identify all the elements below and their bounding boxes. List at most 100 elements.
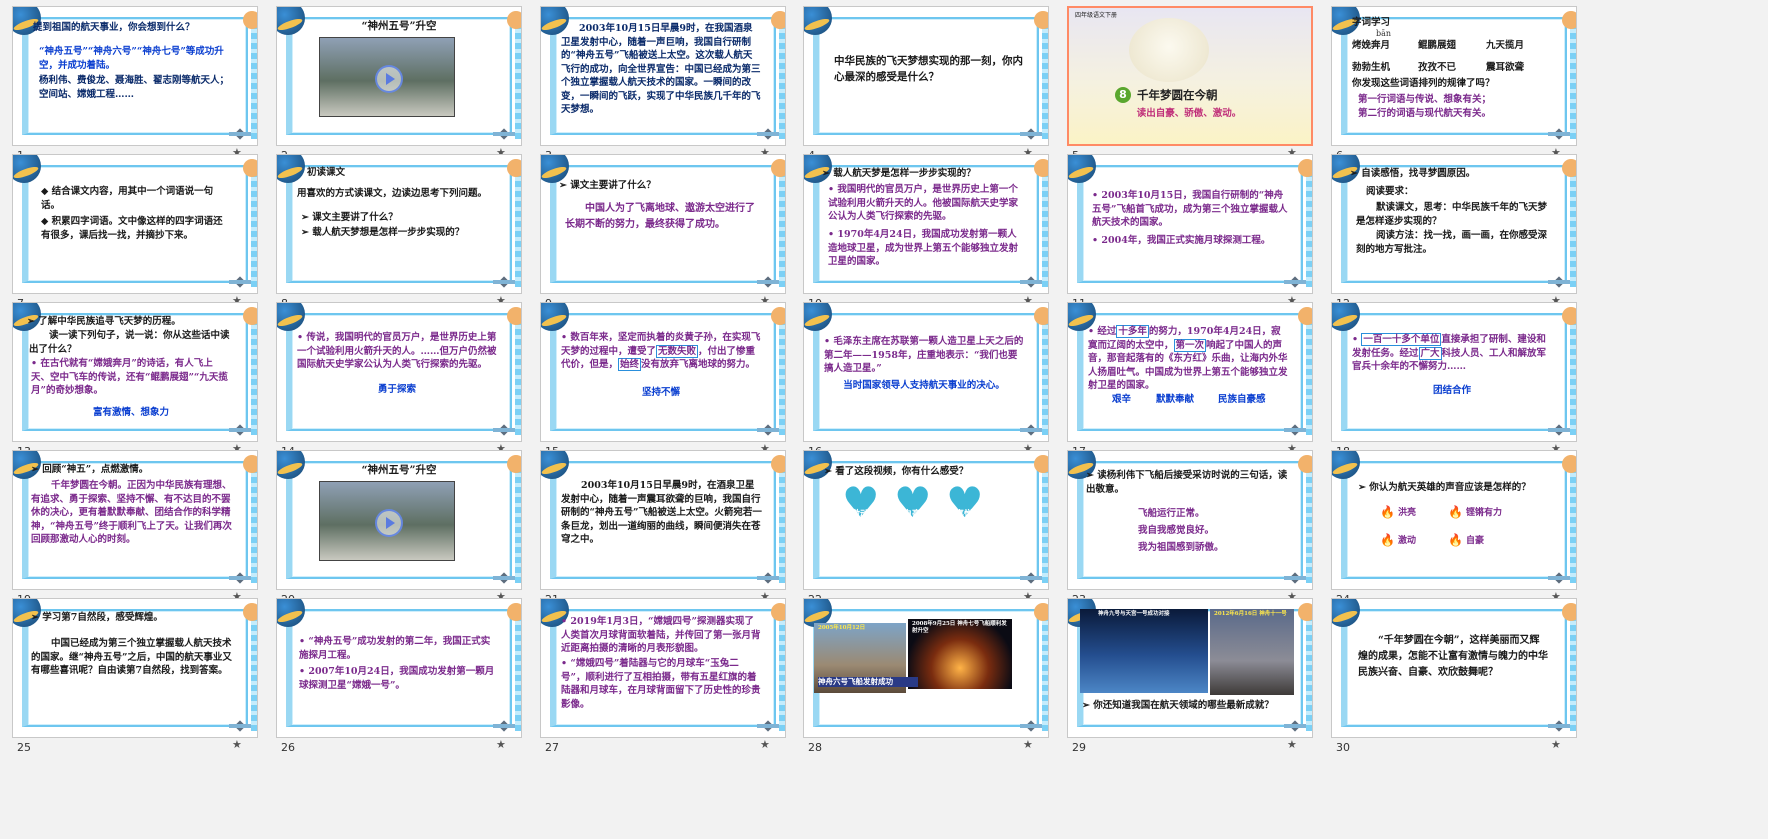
slide-thumbnail-20[interactable]: “神州五号”升空20★ xyxy=(276,450,522,614)
slide-thumbnail-19[interactable]: ➢ 回顾“神五”，点燃激情。 千年梦圆在今朝。正因为中华民族有理想、有追求、勇于探… xyxy=(12,450,258,614)
slide-thumbnail-1[interactable]: 提到祖国的航天事业，你会想到什么？ “神舟五号”“神舟六号”“神舟七号”等成功升空… xyxy=(12,6,258,170)
slide-canvas: 神舟九号与天宫一号成功对接 2012年6月16日 神舟十一号 ➢ 你还知道我国在航天… xyxy=(1067,598,1313,738)
slide-thumbnail-22[interactable]: ➢ 看了这段视频，你有什么感受？激动自豪喜悦22★ xyxy=(803,450,1049,614)
moon-illustration xyxy=(1129,18,1209,82)
planet-small-icon xyxy=(243,307,257,325)
slide-thumbnail-4[interactable]: 中华民族的飞天梦想实现的那一刻，你内心最深的感受是什么？4★ xyxy=(803,6,1049,170)
planet-small-icon xyxy=(243,603,257,621)
slide-number: 27 xyxy=(545,741,559,754)
slide-thumbnail-28[interactable]: 2005年10月12日 2008年9月25日 神舟七号飞船顺利发射升空 神舟六号飞船… xyxy=(803,598,1049,762)
slide-thumbnail-5[interactable]: 四年级语文下册8千年梦圆在今朝读出自豪、骄傲、激动。5★ xyxy=(1067,6,1313,170)
slide-thumbnail-26[interactable]: • “神舟五号”成功发射的第二年，我国正式实施探月工程。 • 2007年10月24… xyxy=(276,598,522,762)
slide-text: ➢ 自读感悟，找寻梦圆原因。 xyxy=(1350,168,1476,179)
slide-text: 我自我感觉良好。 xyxy=(1138,525,1215,536)
play-button-icon[interactable] xyxy=(375,509,403,537)
satellite-icon xyxy=(229,423,251,437)
slide-border-stripe xyxy=(1042,13,1048,139)
slide-thumbnail-10[interactable]: ➢ 载人航天梦是怎样一步步实现的？ • 我国明代的官员万户，是世界历史上第一个试验… xyxy=(803,154,1049,318)
slide-thumbnail-6[interactable]: 字词学习 bān 烤娩奔月 鲲鹏展翅 九天揽月 勃勃生机 孜孜不已 震耳欲聋 你发现这些词语排列… xyxy=(1331,6,1577,170)
animation-star-icon[interactable]: ★ xyxy=(1551,738,1561,751)
slide-thumbnail-17[interactable]: • 经过 十多年 的努力，1970年4月24日，寂寞而辽阔的太空中， 第一次 响起了中国… xyxy=(1067,302,1313,466)
slide-thumbnail-14[interactable]: • 传说，我国明代的官员万户，是世界历史上第一个试验利用火箭升天的人。……但万户… xyxy=(276,302,522,466)
slide-border-stripe xyxy=(779,605,785,731)
video-player[interactable] xyxy=(319,481,455,561)
satellite-icon xyxy=(1548,127,1570,141)
play-button-icon[interactable] xyxy=(375,65,403,93)
satellite-icon xyxy=(493,275,515,289)
text-run: • 经过 xyxy=(1088,326,1117,337)
highlighted-word: 第一次 xyxy=(1173,338,1207,352)
slide-thumbnail-13[interactable]: ➢ 了解中华民族追寻飞天梦的历程。 读一读下列句子，说一说：你从这些话中读出了什么… xyxy=(12,302,258,466)
slide-border-stripe xyxy=(515,457,521,583)
satellite-icon xyxy=(1020,275,1042,289)
planet-small-icon xyxy=(1298,159,1312,177)
slide-text: 勃勃生机 xyxy=(1352,62,1391,73)
animation-star-icon[interactable]: ★ xyxy=(1287,738,1297,751)
slide-thumbnail-24[interactable]: ➢ 你认为航天英雄的声音应该是怎样的？🔥洪亮🔥铿锵有力🔥激动🔥自豪24★ xyxy=(1331,450,1577,614)
slide-thumbnail-12[interactable]: ➢ 自读感悟，找寻梦圆原因。 阅读要求： 默读课文，思考：中华民族千年的飞天梦是怎样… xyxy=(1331,154,1577,318)
slide-text: • 我国明代的官员万户，是世界历史上第一个试验利用火箭升天的人。他被国际航天史学… xyxy=(828,184,1019,222)
slide-text: 我为祖国感到骄傲。 xyxy=(1138,542,1224,553)
animation-star-icon[interactable]: ★ xyxy=(1023,738,1033,751)
satellite-icon xyxy=(229,127,251,141)
slide-canvas: • 经过 十多年 的努力，1970年4月24日，寂寞而辽阔的太空中， 第一次 响起了中国… xyxy=(1067,302,1313,442)
text-run: 没有放弃飞离地球的努力。 xyxy=(641,359,756,370)
slide-canvas: “神州五号”升空 xyxy=(276,6,522,146)
slide-thumbnail-18[interactable]: • 一百一十多个单位 直接承担了研制、建设和发射任务。经过 广大 科技人员、工人和解放… xyxy=(1331,302,1577,466)
slide-thumbnail-30[interactable]: “千年梦圆在今朝”，这样美丽而又辉煌的成果，怎能不让富有激情与魄力的中华民族兴奋… xyxy=(1331,598,1577,762)
video-player[interactable] xyxy=(319,37,455,117)
slide-text: 九天揽月 xyxy=(1486,40,1525,51)
slide-thumbnail-23[interactable]: ➢ 读杨利伟下飞船后接受采访时说的三句话，读出敬意。 飞船运行正常。 我自我感觉良好… xyxy=(1067,450,1313,614)
slide-text: 读一读下列句子，说一说：你从这些话中读出了什么？ xyxy=(29,330,230,355)
slide-text: 神舟六号飞船发射成功 xyxy=(818,677,918,687)
slide-thumbnail-29[interactable]: 神舟九号与天宫一号成功对接 2012年6月16日 神舟十一号 ➢ 你还知道我国在航天… xyxy=(1067,598,1313,762)
slide-text: 中华民族的飞天梦想实现的那一刻，你内心最深的感受是什么？ xyxy=(834,55,1023,83)
animation-star-icon[interactable]: ★ xyxy=(232,738,242,751)
animation-star-icon[interactable]: ★ xyxy=(760,738,770,751)
slide-thumbnail-2[interactable]: “神州五号”升空2★ xyxy=(276,6,522,170)
slide-text: 当时国家领导人支持航天事业的决心。 xyxy=(843,380,1005,391)
planet-small-icon xyxy=(1562,603,1576,621)
slide-canvas: 四年级语文下册 8 千年梦圆在今朝 读出自豪、骄傲、激动。 xyxy=(1067,6,1313,146)
slide-thumbnail-3[interactable]: 2003年10月15日早晨9时，在我国酒泉卫星发射中心，随着一声巨响，我国自行研… xyxy=(540,6,786,170)
slide-number: 26 xyxy=(281,741,295,754)
slide-text: 2003年10月15日早晨9时，在酒泉卫星发射中心，随着一声震耳欲聋的巨响，我国… xyxy=(561,480,762,545)
planet-small-icon xyxy=(1562,307,1576,325)
slide-thumbnail-11[interactable]: • 2003年10月15日，我国自行研制的“神舟五号”飞船首飞成功，成为第三个独… xyxy=(1067,154,1313,318)
lesson-number-badge: 8 xyxy=(1115,87,1131,103)
highlighted-word: 十多年 xyxy=(1116,325,1149,338)
slide-thumbnail-21[interactable]: 2003年10月15日早晨9时，在酒泉卫星发射中心，随着一声震耳欲聋的巨响，我国… xyxy=(540,450,786,614)
satellite-icon xyxy=(229,571,251,585)
slide-thumbnail-25[interactable]: ➢ 学习第7自然段，感受辉煌。 中国已经成为第三个独立掌握载人航天技术的国家。继“… xyxy=(12,598,258,762)
planet-small-icon xyxy=(1034,603,1048,621)
satellite-icon xyxy=(1548,275,1570,289)
animation-star-icon[interactable]: ★ xyxy=(496,738,506,751)
slide-border-stripe xyxy=(251,13,257,139)
satellite-icon xyxy=(757,127,779,141)
flame-icon: 🔥 xyxy=(1448,505,1463,519)
slide-text: ➢ 读杨利伟下飞船后接受采访时说的三句话，读出敬意。 xyxy=(1086,470,1288,495)
slide-text: “千年梦圆在今朝”，这样美丽而又辉煌的成果，怎能不让富有激情与魄力的中华民族兴奋… xyxy=(1358,635,1548,678)
slide-canvas: • 2019年1月3日，“嫦娥四号”探测器实现了人类首次月球背面软着陆，并传回了… xyxy=(540,598,786,738)
slide-thumbnail-7[interactable]: ◆ 结合课文内容，用其中一个词语说一句话。 ◆ 积累四字词语。文中像这样的四字词语… xyxy=(12,154,258,318)
slide-thumbnail-15[interactable]: • 数百年来，坚定而执着的炎黄子孙，在实现飞天梦的过程中，遭受了 无数失败 ，付出了… xyxy=(540,302,786,466)
slide-text: “神州五号”升空 xyxy=(361,20,437,32)
slide-thumbnail-16[interactable]: • 毛泽东主席在苏联第一颗人造卫星上天之后的第二年——1958年，庄重地表示：“… xyxy=(803,302,1049,466)
satellite-icon xyxy=(757,423,779,437)
slide-number: 25 xyxy=(17,741,31,754)
slide-border-stripe xyxy=(1306,605,1312,731)
satellite-icon xyxy=(1020,719,1042,733)
slide-thumbnail-9[interactable]: ➢ 课文主要讲了什么？ 中国人为了飞离地球、遨游太空进行了长期不断的努力，最终获得… xyxy=(540,154,786,318)
slide-text: ➢ 学习第7自然段，感受辉煌。 xyxy=(31,612,163,623)
slide-thumbnail-8[interactable]: 初读课文 用喜欢的方式读课文，边读边思考下列问题。 ➢ 课文主要讲了什么？ ➢ 载人航… xyxy=(276,154,522,318)
planet-small-icon xyxy=(243,11,257,29)
slide-border-stripe xyxy=(1306,457,1312,583)
satellite-icon xyxy=(1020,127,1042,141)
slide-border-stripe xyxy=(1042,457,1048,583)
planet-small-icon xyxy=(771,11,785,29)
slide-thumbnail-27[interactable]: • 2019年1月3日，“嫦娥四号”探测器实现了人类首次月球背面软着陆，并传回了… xyxy=(540,598,786,762)
slide-canvas: 提到祖国的航天事业，你会想到什么？ “神舟五号”“神舟六号”“神舟七号”等成功升空… xyxy=(12,6,258,146)
slide-text: 千年梦圆在今朝 xyxy=(1137,88,1218,102)
planet-small-icon xyxy=(1034,159,1048,177)
slide-text: 团结合作 xyxy=(1432,385,1471,396)
